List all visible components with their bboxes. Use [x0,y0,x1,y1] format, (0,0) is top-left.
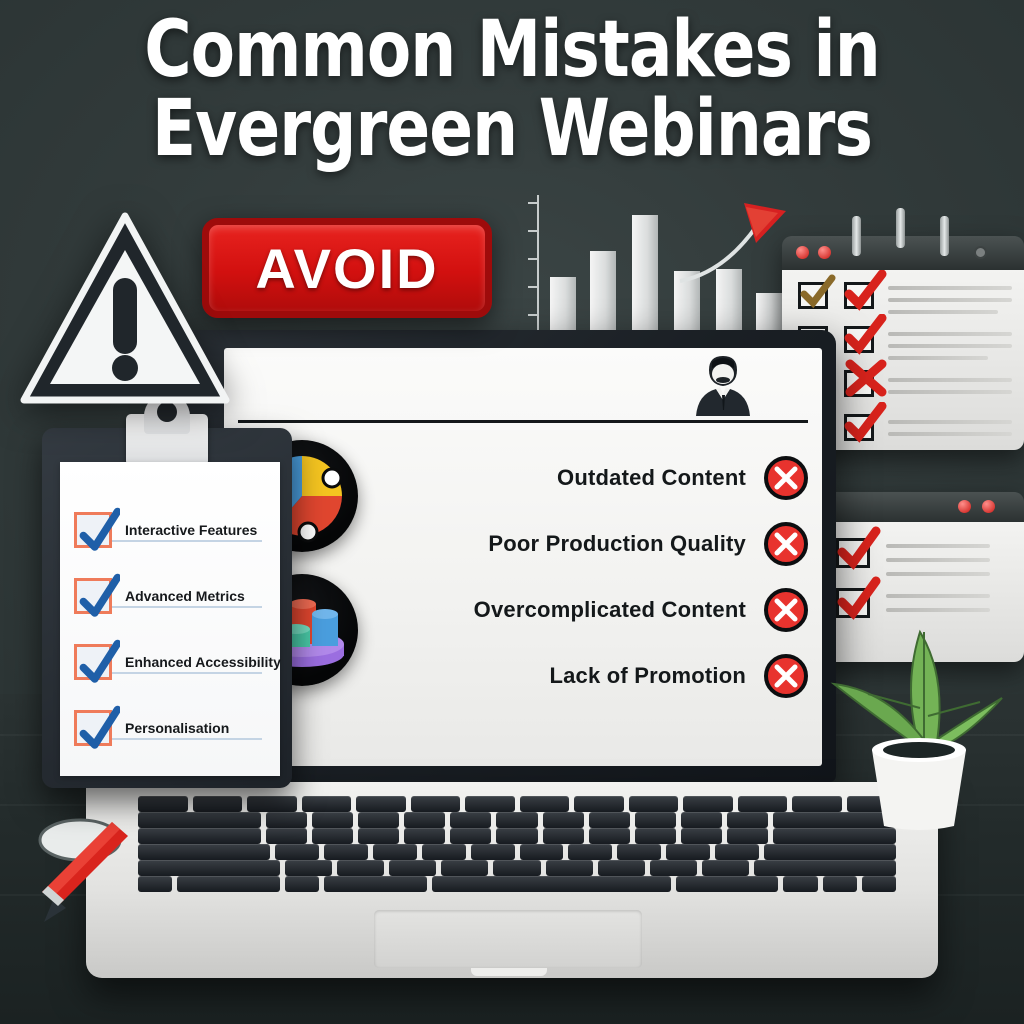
mistake-label: Overcomplicated Content [473,597,746,622]
x-circle-icon [764,456,808,500]
laptop-notch [471,968,547,976]
list-item[interactable]: Interactive Features [74,507,258,551]
window-dot [796,246,809,259]
check-icon [79,639,120,683]
presenter-silhouette-icon [696,356,750,416]
potted-plant [830,629,1003,830]
window-dot [958,500,971,513]
check-icon [800,274,836,309]
window-dot-gray [974,246,987,259]
warning-triangle-icon [20,212,230,404]
check-icon [79,573,120,617]
spiral-ring [896,208,905,248]
screen-divider [238,420,808,423]
title-line-1: Common Mistakes in [144,5,880,95]
spiral-ring [852,216,861,256]
list-item[interactable]: Personalisation [74,705,230,749]
red-pen [38,818,128,922]
check-icon [79,507,120,551]
check-icon [844,314,887,355]
list-item[interactable]: Enhanced Accessibility [74,639,281,683]
check-icon [844,402,887,443]
check-icon [837,526,881,570]
checkbox[interactable] [74,573,120,617]
clipboard-clamp [126,394,208,466]
window-dot [818,246,831,259]
checkbox[interactable] [74,507,120,551]
check-icon [844,270,887,311]
avoid-badge: AVOID [202,218,492,318]
benefits-clipboard: Interactive Features Advanced Metrics En… [42,394,292,788]
mistakes-list: Outdated Content Poor Production Quality… [388,456,808,698]
laptop-screen: Outdated Content Poor Production Quality… [224,348,822,766]
benefit-label: Personalisation [125,720,230,736]
title-line-2: Evergreen Webinars [151,83,873,174]
check-icon [79,705,120,749]
x-circle-icon [764,654,808,698]
list-item[interactable]: Advanced Metrics [74,573,245,617]
infographic-canvas: Common Mistakes in Evergreen Webinars AV… [0,0,1024,1024]
list-item[interactable]: Overcomplicated Content [388,588,808,632]
window-dot [982,500,995,513]
mistake-label: Outdated Content [557,465,746,490]
benefit-label: Interactive Features [125,522,258,538]
list-item[interactable]: Poor Production Quality [388,522,808,566]
clipboard-paper: Interactive Features Advanced Metrics En… [60,462,281,776]
check-icon [845,359,887,397]
laptop-keyboard[interactable] [138,796,897,892]
background-bar-chart [528,195,790,334]
checkbox[interactable] [74,705,120,749]
list-item[interactable]: Outdated Content [388,456,808,500]
benefit-label: Enhanced Accessibility [125,654,281,670]
laptop-base [86,782,938,978]
mistake-label: Lack of Promotion [549,663,746,688]
avoid-badge-label: AVOID [255,236,439,300]
spiral-ring [940,216,949,256]
x-circle-icon [764,588,808,632]
list-item[interactable]: Lack of Promotion [388,654,808,698]
x-circle-icon [764,522,808,566]
laptop-trackpad[interactable] [374,910,642,968]
checkbox[interactable] [74,639,120,683]
benefit-label: Advanced Metrics [125,588,245,604]
page-title: Common Mistakes in Evergreen Webinars [0,5,1024,174]
mistake-label: Poor Production Quality [488,531,746,556]
